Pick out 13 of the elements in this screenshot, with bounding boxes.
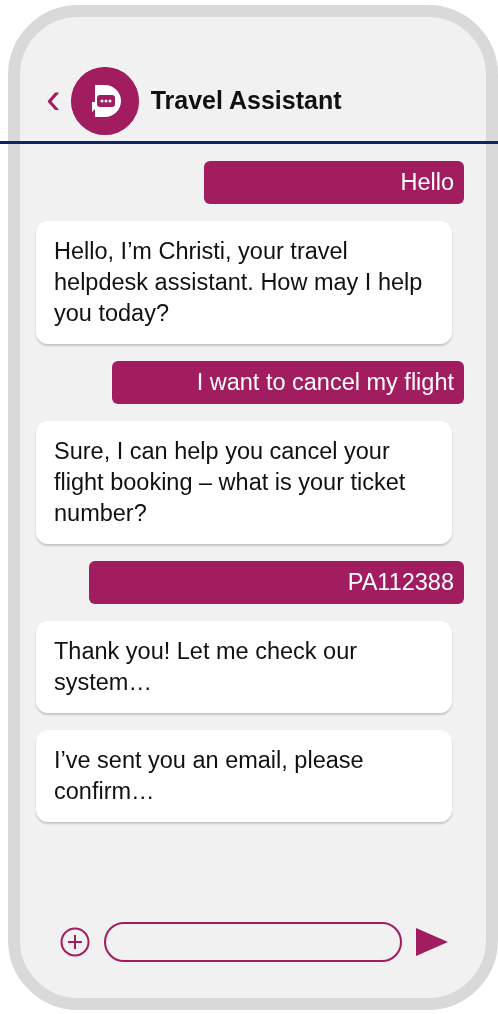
chat-title: Travel Assistant: [150, 85, 342, 117]
sent-message: PA112388: [89, 561, 464, 604]
received-message: Thank you! Let me check our system…: [36, 621, 452, 713]
add-icon[interactable]: [60, 927, 90, 957]
back-button[interactable]: ‹: [46, 76, 71, 126]
received-message: I’ve sent you an email, please confirm…: [36, 730, 452, 822]
received-message: Sure, I can help you cancel your flight booking – what is your ticket number?: [36, 421, 452, 544]
sent-message: I want to cancel my flight: [112, 361, 464, 404]
sent-message: Hello: [204, 161, 464, 204]
logo-icon: [70, 67, 139, 135]
message-input[interactable]: [104, 922, 402, 962]
received-message: Hello, I’m Christi, your travel helpdesk assistant. How may I help you today?: [36, 221, 452, 344]
send-icon[interactable]: [416, 928, 448, 956]
